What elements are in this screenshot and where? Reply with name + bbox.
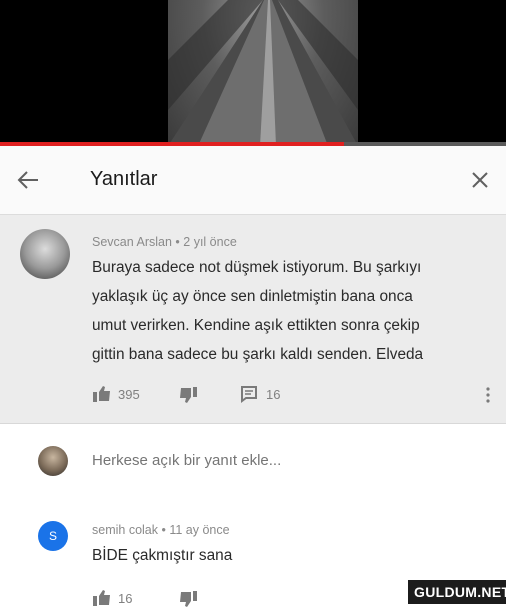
comment-meta: Sevcan Arslan • 2 yıl önce [92, 235, 237, 249]
reply-input[interactable] [92, 452, 472, 469]
close-icon[interactable] [466, 166, 494, 194]
replies-header: Yanıtlar [0, 146, 506, 215]
reply-count-button[interactable]: 16 [240, 385, 280, 403]
original-comment: Sevcan Arslan • 2 yıl önce Buraya sadece… [0, 215, 506, 423]
reply-input-row [0, 423, 506, 502]
thumbs-down-icon [180, 387, 197, 403]
reply-dislike-button[interactable] [178, 590, 198, 608]
thumbs-up-icon [93, 590, 110, 606]
reply-count: 16 [266, 386, 281, 402]
page-title: Yanıtlar [90, 168, 158, 190]
reply-author[interactable]: semih colak [92, 523, 158, 537]
reply-like-count: 16 [118, 590, 133, 606]
back-arrow-icon[interactable] [14, 166, 42, 194]
watermark: GULDUM.NET [408, 580, 506, 604]
reply-avatar[interactable]: S [38, 521, 68, 551]
video-player[interactable] [0, 0, 506, 146]
video-frame [168, 0, 358, 146]
comment-icon [241, 386, 257, 403]
more-vertical-icon[interactable] [484, 385, 492, 405]
comment-age: 2 yıl önce [183, 235, 237, 249]
road-image [168, 0, 358, 146]
avatar[interactable] [20, 229, 70, 279]
reply-text: BİDE çakmıştır sana [92, 547, 233, 564]
comment-text: Buraya sadece not düşmek istiyorum. Bu ş… [92, 259, 424, 363]
like-count: 395 [118, 386, 140, 402]
reply-like-button[interactable]: 16 [92, 589, 132, 607]
dislike-button[interactable] [178, 386, 198, 404]
thumbs-up-icon [93, 386, 110, 402]
like-button[interactable]: 395 [92, 385, 140, 403]
reply-meta: semih colak • 11 ay önce [92, 523, 230, 537]
user-avatar [38, 446, 68, 476]
reply-age: 11 ay önce [169, 523, 230, 537]
comment-author[interactable]: Sevcan Arslan [92, 235, 172, 249]
thumbs-down-icon [180, 591, 197, 607]
